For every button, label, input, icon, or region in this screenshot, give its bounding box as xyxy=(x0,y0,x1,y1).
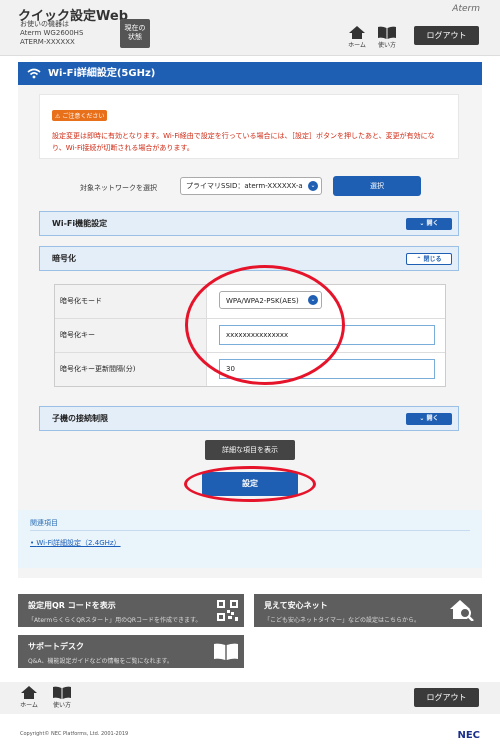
qr-tile-subtitle: 「AtermらくらくQRスタート」用のQRコードを作成できます。 xyxy=(28,617,202,624)
network-select[interactable]: プライマリSSID：aterm-XXXXXX-a ⌄ xyxy=(180,177,322,195)
select-button[interactable]: 選択 xyxy=(333,176,421,196)
home-icon xyxy=(349,26,365,39)
section-wifi-func-title: Wi-Fi機能設定 xyxy=(52,219,108,228)
key-interval-label: 暗号化キー更新間隔(分) xyxy=(55,353,207,386)
brand-logo: Aterm xyxy=(452,4,480,14)
chevron-down-icon: ⌄ xyxy=(419,220,427,227)
help-button[interactable]: 使い方 xyxy=(376,26,398,49)
chevron-down-icon: ⌄ xyxy=(419,415,427,422)
qr-code-icon xyxy=(217,600,238,621)
wifi-icon xyxy=(27,68,41,79)
header: クイック設定Web お使いの機器は Aterm WG2600HS ATERM-X… xyxy=(0,0,500,56)
chevron-up-icon: ⌃ xyxy=(416,256,424,263)
qr-tile-title: 設定用QR コードを表示 xyxy=(28,601,116,610)
show-details-button[interactable]: 詳細な項目を表示 xyxy=(205,440,295,460)
section-encryption-title: 暗号化 xyxy=(52,254,76,263)
related-title: 関連項目 xyxy=(30,519,58,527)
warning-icon: ⚠ xyxy=(55,113,61,120)
caution-badge-label: ご注意ください xyxy=(62,113,105,120)
footer-home-button[interactable]: ホーム xyxy=(18,686,40,709)
qr-code-tile[interactable]: 設定用QR コードを表示 「AtermらくらくQRスタート」用のQRコードを作成… xyxy=(18,594,244,627)
toggle-label: 閉じる xyxy=(423,256,442,263)
help-label: 使い方 xyxy=(377,42,396,49)
caution-box: ⚠ ご注意ください 設定変更は即時に有効となります。Wi-Fi経由で設定を行って… xyxy=(39,94,459,159)
toggle-label: 開く xyxy=(426,220,439,227)
nec-logo: NEC xyxy=(457,730,480,741)
logout-button[interactable]: ログアウト xyxy=(414,26,479,45)
home-label: ホーム xyxy=(348,42,366,49)
safe-tile-title: 見えて安心ネット xyxy=(264,601,328,610)
home-icon xyxy=(21,686,37,699)
related-link-label: Wi-Fi詳細設定（2.4GHz） xyxy=(36,539,121,547)
related-link-wifi-24ghz[interactable]: • Wi-Fi詳細設定（2.4GHz） xyxy=(30,538,121,548)
copyright: Copyright© NEC Platforms, Ltd. 2001-2019 xyxy=(20,731,129,737)
device-label: お使いの機器は xyxy=(20,20,69,28)
caution-badge: ⚠ ご注意ください xyxy=(52,110,108,121)
status-button[interactable]: 現在の 状態 xyxy=(120,19,150,48)
app-root: クイック設定Web お使いの機器は Aterm WG2600HS ATERM-X… xyxy=(0,0,500,747)
toggle-encryption-button[interactable]: ⌃ 閉じる xyxy=(406,253,452,265)
toggle-wifi-func-button[interactable]: ⌄ 開く xyxy=(406,218,452,230)
device-model: Aterm WG2600HS xyxy=(20,29,84,37)
chevron-down-icon: ⌄ xyxy=(308,181,318,191)
house-search-icon xyxy=(450,600,474,621)
page-title: Wi-Fi詳細設定(5GHz) xyxy=(18,62,482,85)
network-select-value: プライマリSSID：aterm-XXXXXX-a xyxy=(186,182,303,190)
caution-text: 設定変更は即時に有効となります。Wi-Fi経由で設定を行っている場合には、［設定… xyxy=(52,132,435,152)
device-id: ATERM-XXXXXX xyxy=(20,38,75,46)
footer-help-label: 使い方 xyxy=(52,702,71,709)
support-desk-tile[interactable]: サポートデスク Q&A、機能設定ガイドなどの情報をご覧になれます。 xyxy=(18,635,244,668)
book-icon xyxy=(378,26,396,39)
related-divider xyxy=(30,530,470,531)
section-client-limit-title: 子機の接続制限 xyxy=(52,414,108,423)
annotation-circle-setting xyxy=(184,466,316,502)
network-select-label: 対象ネットワークを選択 xyxy=(80,184,157,192)
toggle-label: 開く xyxy=(426,415,439,422)
section-client-limit: 子機の接続制限 ⌄ 開く xyxy=(39,406,459,431)
annotation-circle-encryption xyxy=(185,265,345,385)
safe-net-tile[interactable]: 見えて安心ネット 「こども安心ネットタイマー」などの設定はこちらから。 xyxy=(254,594,482,627)
support-tile-subtitle: Q&A、機能設定ガイドなどの情報をご覧になれます。 xyxy=(28,658,173,665)
book-icon xyxy=(214,643,238,660)
footer-home-label: ホーム xyxy=(20,702,38,709)
footer-logout-button[interactable]: ログアウト xyxy=(414,688,479,707)
toggle-client-limit-button[interactable]: ⌄ 開く xyxy=(406,413,452,425)
home-button[interactable]: ホーム xyxy=(346,26,368,49)
status-button-label: 現在の 状態 xyxy=(124,24,146,41)
section-wifi-func: Wi-Fi機能設定 ⌄ 開く xyxy=(39,211,459,236)
encryption-mode-label: 暗号化モード xyxy=(55,285,207,318)
book-icon xyxy=(53,686,71,699)
footer-help-button[interactable]: 使い方 xyxy=(51,686,73,709)
support-tile-title: サポートデスク xyxy=(28,642,84,651)
safe-tile-subtitle: 「こども安心ネットタイマー」などの設定はこちらから。 xyxy=(264,617,421,624)
